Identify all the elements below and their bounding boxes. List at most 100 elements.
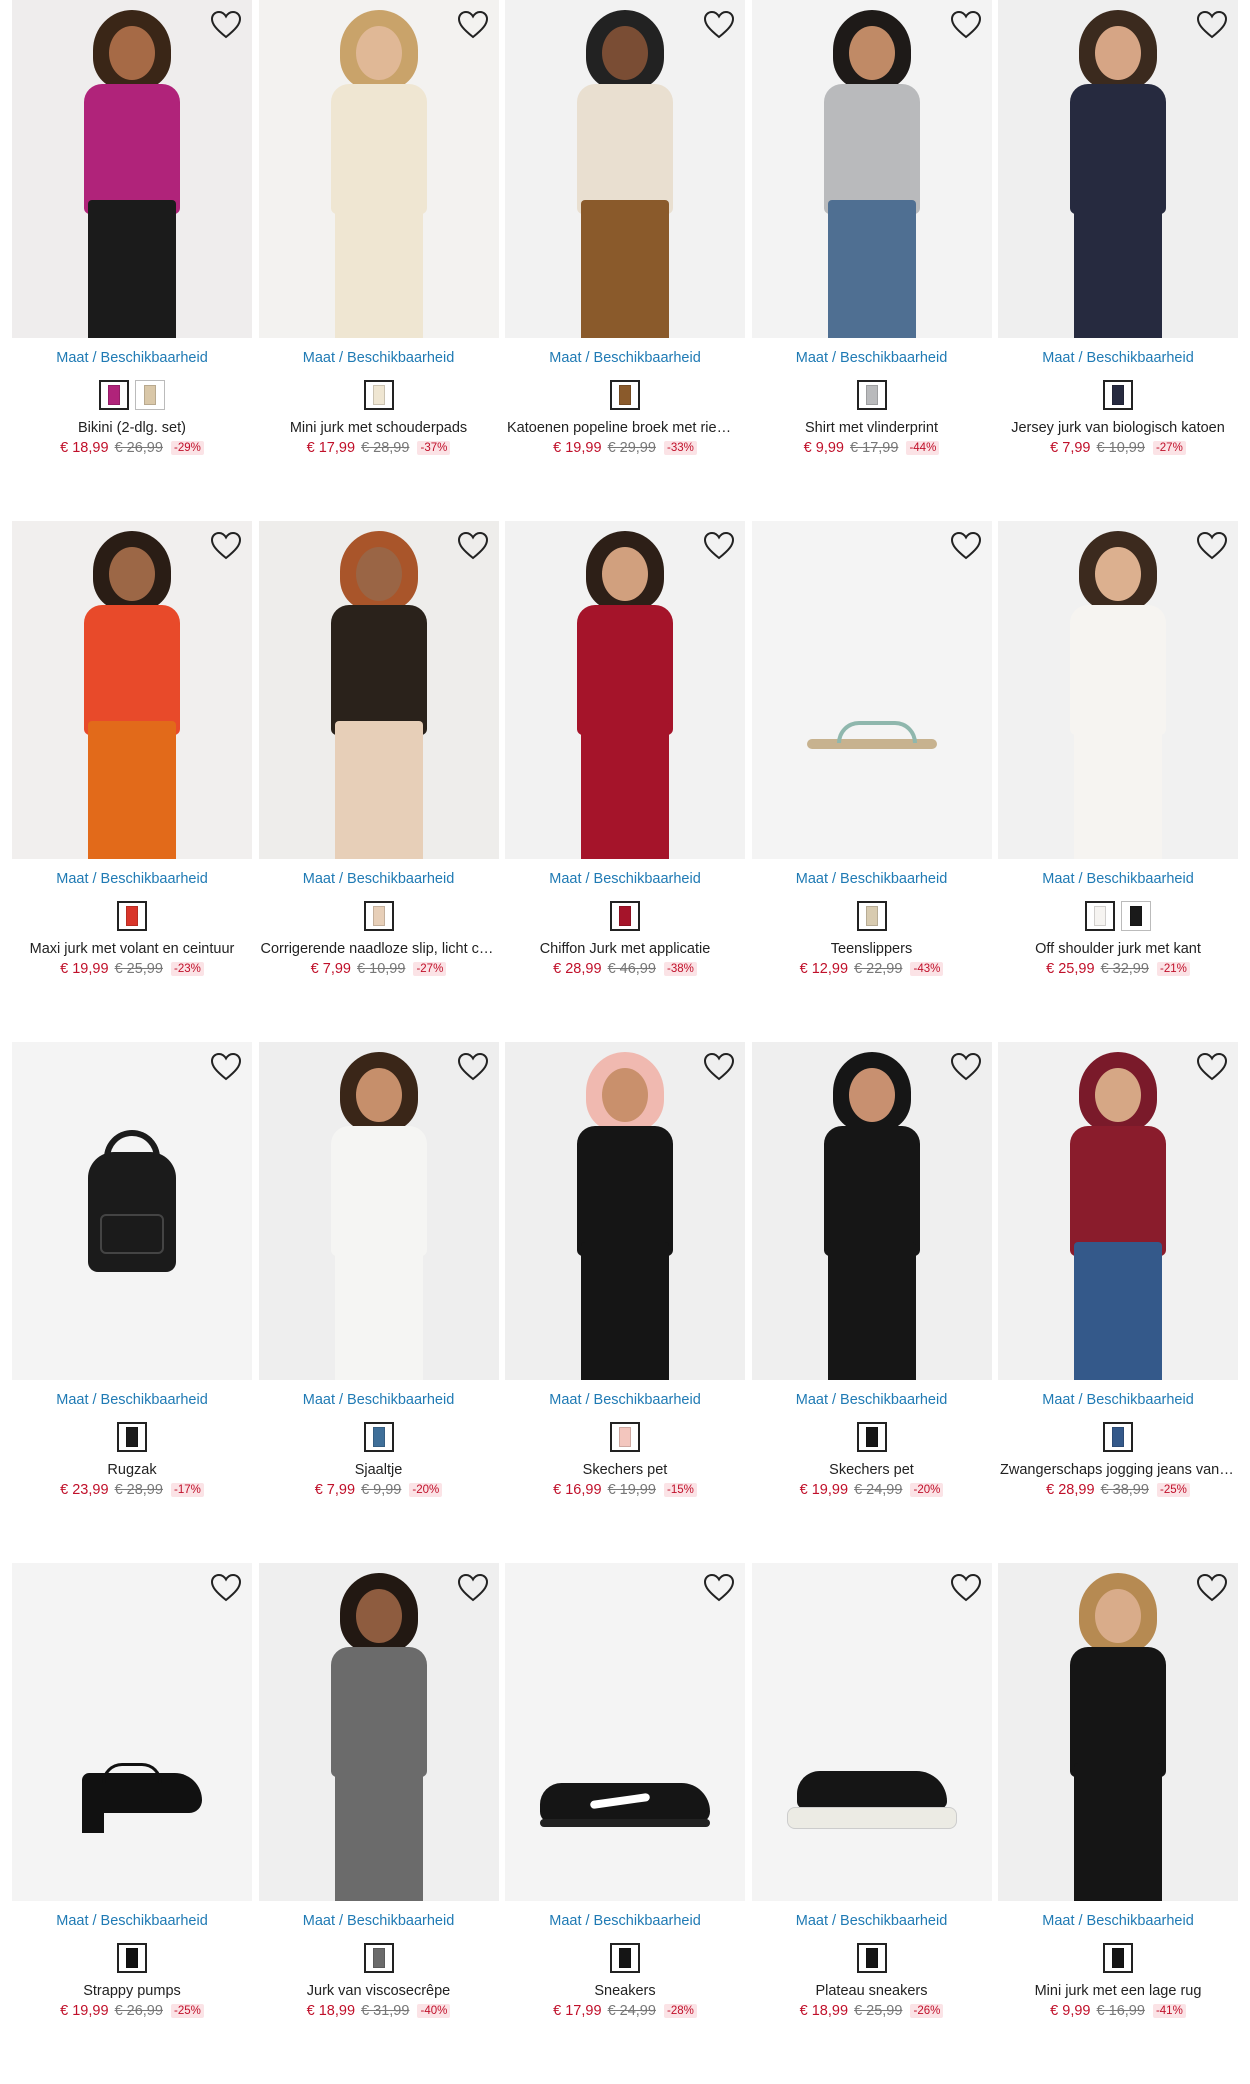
product-card[interactable]: Maat / Beschikbaarheid Jersey jurk van b… <box>998 0 1238 521</box>
color-swatch[interactable] <box>117 1422 147 1452</box>
wishlist-heart-icon[interactable] <box>210 531 242 561</box>
color-swatch[interactable] <box>117 1943 147 1973</box>
product-card[interactable]: Maat / Beschikbaarheid Sjaaltje € 7,99 €… <box>258 1042 499 1563</box>
wishlist-heart-icon[interactable] <box>210 1573 242 1603</box>
wishlist-heart-icon[interactable] <box>703 10 735 40</box>
wishlist-heart-icon[interactable] <box>1196 1052 1228 1082</box>
product-card[interactable]: Maat / Beschikbaarheid Shirt met vlinder… <box>751 0 992 521</box>
size-availability-link[interactable]: Maat / Beschikbaarheid <box>505 1392 745 1410</box>
product-image[interactable] <box>258 0 499 338</box>
wishlist-heart-icon[interactable] <box>703 1573 735 1603</box>
color-swatch[interactable] <box>856 380 887 410</box>
size-availability-link[interactable]: Maat / Beschikbaarheid <box>998 871 1238 889</box>
wishlist-heart-icon[interactable] <box>1196 531 1228 561</box>
product-name[interactable]: Mini jurk met schouderpads <box>259 420 499 438</box>
product-card[interactable]: Maat / Beschikbaarheid Chiffon Jurk met … <box>505 521 745 1042</box>
product-name[interactable]: Skechers pet <box>752 1462 992 1480</box>
product-image[interactable] <box>12 521 252 859</box>
color-swatch[interactable] <box>610 1422 640 1452</box>
size-availability-link[interactable]: Maat / Beschikbaarheid <box>259 350 499 368</box>
product-name[interactable]: Chiffon Jurk met applicatie <box>505 941 745 959</box>
color-swatch[interactable] <box>610 901 640 931</box>
product-card[interactable]: Maat / Beschikbaarheid Corrigerende naad… <box>258 521 499 1042</box>
product-name[interactable]: Rugzak <box>12 1462 252 1480</box>
size-availability-link[interactable]: Maat / Beschikbaarheid <box>505 1913 745 1931</box>
wishlist-heart-icon[interactable] <box>950 1573 982 1603</box>
size-availability-link[interactable]: Maat / Beschikbaarheid <box>998 350 1238 368</box>
wishlist-heart-icon[interactable] <box>1196 1573 1228 1603</box>
size-availability-link[interactable]: Maat / Beschikbaarheid <box>12 350 252 368</box>
product-card[interactable]: Maat / Beschikbaarheid Jurk van viscosec… <box>258 1563 499 2084</box>
wishlist-heart-icon[interactable] <box>457 1052 489 1082</box>
product-name[interactable]: Off shoulder jurk met kant <box>998 941 1238 959</box>
wishlist-heart-icon[interactable] <box>210 10 242 40</box>
product-name[interactable]: Maxi jurk met volant en ceintuur <box>12 941 252 959</box>
size-availability-link[interactable]: Maat / Beschikbaarheid <box>998 1392 1238 1410</box>
size-availability-link[interactable]: Maat / Beschikbaarheid <box>752 871 992 889</box>
product-image[interactable] <box>998 0 1238 338</box>
product-name[interactable]: Mini jurk met een lage rug <box>998 1983 1238 2001</box>
product-image[interactable] <box>12 1563 252 1901</box>
product-image[interactable] <box>258 1042 499 1380</box>
product-name[interactable]: Katoenen popeline broek met riem en wijd… <box>505 420 745 438</box>
color-swatch[interactable] <box>856 1422 887 1452</box>
product-name[interactable]: Plateau sneakers <box>752 1983 992 2001</box>
size-availability-link[interactable]: Maat / Beschikbaarheid <box>752 1913 992 1931</box>
product-card[interactable]: Maat / Beschikbaarheid Skechers pet € 16… <box>505 1042 745 1563</box>
product-image[interactable] <box>258 1563 499 1901</box>
size-availability-link[interactable]: Maat / Beschikbaarheid <box>12 871 252 889</box>
product-card[interactable]: Maat / Beschikbaarheid Plateau sneakers … <box>751 1563 992 2084</box>
color-swatch[interactable] <box>117 901 147 931</box>
wishlist-heart-icon[interactable] <box>1196 10 1228 40</box>
product-image[interactable] <box>505 521 745 859</box>
size-availability-link[interactable]: Maat / Beschikbaarheid <box>259 871 499 889</box>
product-image[interactable] <box>751 521 992 859</box>
product-name[interactable]: Strappy pumps <box>12 1983 252 2001</box>
product-name[interactable]: Sneakers <box>505 1983 745 2001</box>
product-card[interactable]: Maat / Beschikbaarheid Mini jurk met een… <box>998 1563 1238 2084</box>
color-swatch[interactable] <box>363 380 394 410</box>
size-availability-link[interactable]: Maat / Beschikbaarheid <box>752 1392 992 1410</box>
color-swatch[interactable] <box>1103 1422 1133 1452</box>
product-card[interactable]: Maat / Beschikbaarheid Off shoulder jurk… <box>998 521 1238 1042</box>
color-swatch[interactable] <box>610 380 640 410</box>
size-availability-link[interactable]: Maat / Beschikbaarheid <box>505 350 745 368</box>
color-swatch[interactable] <box>610 1943 640 1973</box>
product-image[interactable] <box>998 1563 1238 1901</box>
product-image[interactable] <box>998 1042 1238 1380</box>
product-card[interactable]: Maat / Beschikbaarheid Sneakers € 17,99 … <box>505 1563 745 2084</box>
product-name[interactable]: Zwangerschaps jogging jeans van biologis… <box>998 1462 1238 1480</box>
wishlist-heart-icon[interactable] <box>457 1573 489 1603</box>
product-image[interactable] <box>12 0 252 338</box>
product-image[interactable] <box>998 521 1238 859</box>
product-image[interactable] <box>751 0 992 338</box>
size-availability-link[interactable]: Maat / Beschikbaarheid <box>12 1392 252 1410</box>
color-swatch[interactable] <box>1085 901 1115 931</box>
product-card[interactable]: Maat / Beschikbaarheid Teenslippers € 12… <box>751 521 992 1042</box>
wishlist-heart-icon[interactable] <box>457 10 489 40</box>
color-swatch[interactable] <box>1103 380 1133 410</box>
product-image[interactable] <box>751 1563 992 1901</box>
product-name[interactable]: Sjaaltje <box>259 1462 499 1480</box>
color-swatch[interactable] <box>1103 1943 1133 1973</box>
product-name[interactable]: Skechers pet <box>505 1462 745 1480</box>
color-swatch[interactable] <box>856 1943 887 1973</box>
product-card[interactable]: Maat / Beschikbaarheid Bikini (2-dlg. se… <box>12 0 252 521</box>
product-image[interactable] <box>505 1563 745 1901</box>
size-availability-link[interactable]: Maat / Beschikbaarheid <box>752 350 992 368</box>
color-swatch[interactable] <box>1121 901 1151 931</box>
wishlist-heart-icon[interactable] <box>703 531 735 561</box>
wishlist-heart-icon[interactable] <box>210 1052 242 1082</box>
wishlist-heart-icon[interactable] <box>703 1052 735 1082</box>
color-swatch[interactable] <box>135 380 165 410</box>
product-card[interactable]: Maat / Beschikbaarheid Strappy pumps € 1… <box>12 1563 252 2084</box>
product-name[interactable]: Bikini (2-dlg. set) <box>12 420 252 438</box>
color-swatch[interactable] <box>99 380 129 410</box>
product-name[interactable]: Corrigerende naadloze slip, licht corrig… <box>259 941 499 959</box>
size-availability-link[interactable]: Maat / Beschikbaarheid <box>259 1913 499 1931</box>
product-image[interactable] <box>505 0 745 338</box>
product-image[interactable] <box>12 1042 252 1380</box>
size-availability-link[interactable]: Maat / Beschikbaarheid <box>259 1392 499 1410</box>
color-swatch[interactable] <box>856 901 887 931</box>
product-name[interactable]: Shirt met vlinderprint <box>752 420 992 438</box>
